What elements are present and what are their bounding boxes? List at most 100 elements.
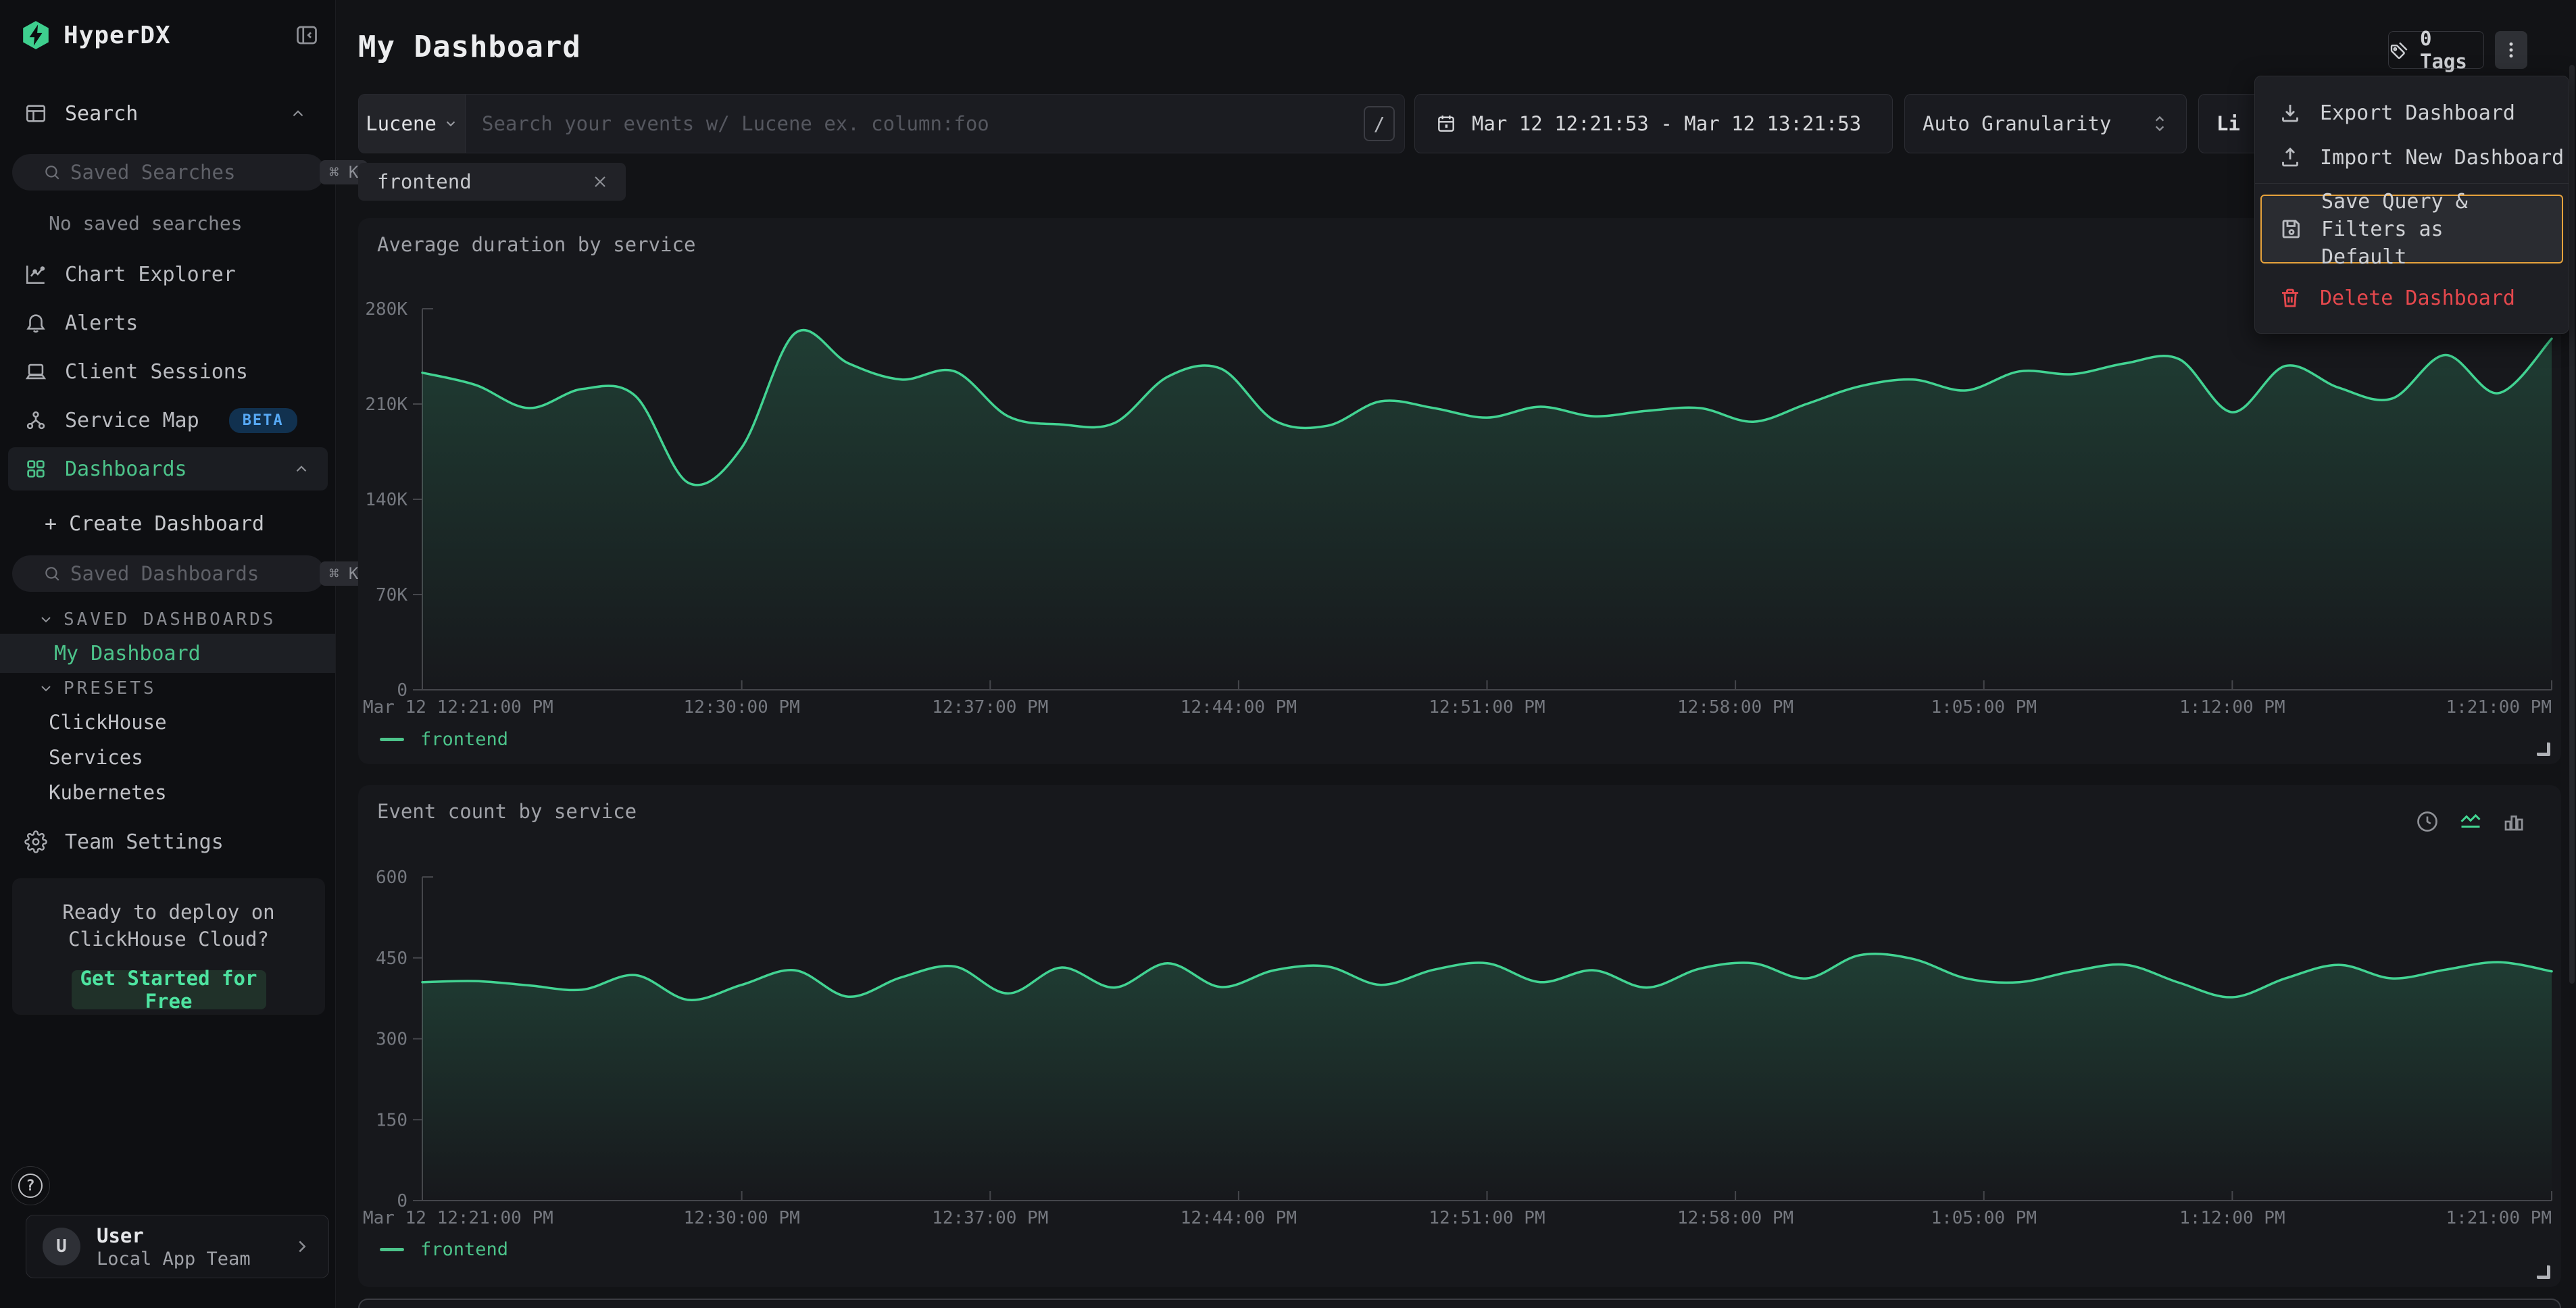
sidebar-item-label: Alerts (65, 311, 138, 335)
saved-searches-search[interactable]: ⌘ K (12, 154, 325, 191)
saved-dashboards-input[interactable] (41, 562, 320, 585)
menu-item-save-query-default[interactable]: Save Query & Filters as Default (2260, 195, 2563, 263)
time-range-label: Mar 12 12:21:53 - Mar 12 13:21:53 (1472, 112, 1861, 135)
resize-handle-icon[interactable] (2537, 1265, 2550, 1279)
svg-text:12:37:00 PM: 12:37:00 PM (932, 697, 1048, 718)
hyperdx-logo-icon (20, 20, 51, 51)
menu-item-label-line1: Save Query & Filters as (2321, 188, 2562, 243)
tag-icon (2389, 39, 2410, 61)
chevron-updown-icon (2151, 114, 2169, 134)
svg-text:12:37:00 PM: 12:37:00 PM (932, 1208, 1048, 1228)
svg-text:210K: 210K (365, 395, 407, 415)
menu-item-delete-dashboard[interactable]: Delete Dashboard (2255, 279, 2569, 317)
clickhouse-cloud-card: Ready to deploy on ClickHouse Cloud? Get… (12, 878, 325, 1015)
sidebar-collapse-icon[interactable] (292, 20, 322, 50)
search-nav-icon (24, 102, 47, 125)
help-button[interactable]: ? (11, 1166, 50, 1205)
svg-text:12:58:00 PM: 12:58:00 PM (1677, 1208, 1793, 1228)
svg-text:Mar 12 12:21:00 PM: Mar 12 12:21:00 PM (363, 1208, 553, 1228)
granularity-select[interactable]: Auto Granularity (1904, 94, 2187, 153)
gear-icon (24, 830, 47, 853)
tags-button[interactable]: 0 Tags (2388, 31, 2484, 69)
sidebar-item-client-sessions[interactable]: Client Sessions (24, 353, 324, 391)
saved-dashboards-search[interactable]: ⌘ K (12, 555, 325, 592)
filter-chip-label: frontend (377, 170, 472, 193)
save-icon (2279, 217, 2304, 241)
upload-icon (2278, 145, 2302, 170)
chevron-down-icon (443, 116, 458, 131)
svg-text:280K: 280K (365, 299, 407, 320)
legend-swatch (380, 1248, 404, 1251)
sidebar-item-my-dashboard[interactable]: My Dashboard (0, 634, 335, 673)
slash-shortcut-badge: / (1364, 106, 1395, 141)
time-range-picker[interactable]: Mar 12 12:21:53 - Mar 12 13:21:53 (1414, 94, 1893, 153)
svg-text:1:21:00 PM: 1:21:00 PM (2446, 1208, 2552, 1228)
search-bar: Lucene / (358, 94, 1405, 153)
trash-icon (2278, 286, 2302, 310)
chevron-right-icon (292, 1236, 312, 1257)
chart-panel-event-count: Event count by service 0150300450600Mar … (358, 785, 2561, 1287)
sidebar-item-kubernetes[interactable]: Kubernetes (49, 781, 167, 804)
create-dashboard-button[interactable]: + Create Dashboard (45, 512, 264, 536)
svg-text:12:30:00 PM: 12:30:00 PM (684, 1208, 800, 1228)
svg-text:12:44:00 PM: 12:44:00 PM (1181, 697, 1297, 718)
sidebar-item-search[interactable]: Search (24, 95, 324, 132)
sidebar-item-team-settings[interactable]: Team Settings (24, 823, 324, 861)
chevron-up-icon (289, 105, 307, 122)
page-title: My Dashboard (358, 30, 581, 64)
next-panel-edge (358, 1299, 2561, 1308)
section-header-label: PRESETS (64, 678, 157, 699)
section-header-label: SAVED DASHBOARDS (64, 609, 276, 630)
sidebar-item-services[interactable]: Services (49, 746, 143, 769)
resize-handle-icon[interactable] (2537, 743, 2550, 756)
sidebar-item-label: Service Map (65, 409, 199, 432)
dashboard-menu-button[interactable] (2495, 31, 2527, 69)
vertical-scrollbar[interactable] (2569, 65, 2575, 984)
legend-swatch (380, 738, 404, 741)
query-language-select[interactable]: Lucene (359, 95, 466, 153)
legend[interactable]: frontend (380, 729, 508, 750)
service-map-icon (24, 409, 47, 432)
sidebar-item-alerts[interactable]: Alerts (24, 304, 324, 342)
chart-panel-avg-duration: Average duration by service 070K140K210K… (358, 218, 2561, 764)
menu-item-import-dashboard[interactable]: Import New Dashboard (2255, 140, 2569, 175)
cloud-card-text: Ready to deploy on ClickHouse Cloud? (12, 899, 325, 953)
legend[interactable]: frontend (380, 1239, 508, 1260)
menu-item-label: Delete Dashboard (2320, 286, 2515, 310)
dashboards-icon (24, 457, 47, 480)
svg-text:12:51:00 PM: 12:51:00 PM (1429, 1208, 1545, 1228)
svg-text:600: 600 (376, 867, 407, 888)
presets-section[interactable]: PRESETS (38, 678, 157, 699)
query-language-label: Lucene (366, 112, 437, 135)
sidebar-item-clickhouse[interactable]: ClickHouse (49, 711, 167, 734)
saved-searches-input[interactable] (41, 161, 320, 184)
question-icon: ? (18, 1174, 43, 1198)
live-button-label: Li (2216, 112, 2240, 135)
svg-text:1:12:00 PM: 1:12:00 PM (2179, 1208, 2285, 1228)
sidebar-item-service-map[interactable]: Service Map BETA (24, 401, 324, 439)
get-started-button[interactable]: Get Started for Free (72, 970, 266, 1009)
menu-item-export-dashboard[interactable]: Export Dashboard (2255, 95, 2569, 130)
sidebar-item-dashboards[interactable]: Dashboards (8, 447, 328, 490)
chevron-down-icon (38, 680, 54, 697)
saved-dashboards-section[interactable]: SAVED DASHBOARDS (38, 609, 276, 630)
user-menu[interactable]: U User Local App Team (26, 1215, 329, 1278)
sidebar-item-chart-explorer[interactable]: Chart Explorer (24, 255, 324, 293)
menu-item-label: Export Dashboard (2320, 101, 2515, 125)
menu-item-label: Import New Dashboard (2320, 146, 2564, 170)
svg-text:12:51:00 PM: 12:51:00 PM (1429, 697, 1545, 718)
svg-text:70K: 70K (376, 585, 407, 605)
svg-text:1:05:00 PM: 1:05:00 PM (1931, 1208, 2037, 1228)
search-input[interactable] (466, 95, 1364, 153)
close-icon[interactable] (591, 172, 610, 191)
sidebar-item-label: Dashboards (65, 457, 187, 481)
sidebar-item-label: Chart Explorer (65, 263, 236, 286)
filter-chip-frontend[interactable]: frontend (358, 163, 626, 201)
avg-duration-chart[interactable]: 070K140K210K280KMar 12 12:21:00 PM12:30:… (358, 218, 2561, 764)
logo[interactable]: HyperDX (20, 15, 322, 55)
event-count-chart[interactable]: 0150300450600Mar 12 12:21:00 PM12:30:00 … (358, 785, 2561, 1287)
svg-text:12:44:00 PM: 12:44:00 PM (1181, 1208, 1297, 1228)
user-team: Local App Team (97, 1249, 251, 1269)
beta-badge: BETA (229, 408, 297, 433)
bell-icon (24, 311, 47, 334)
